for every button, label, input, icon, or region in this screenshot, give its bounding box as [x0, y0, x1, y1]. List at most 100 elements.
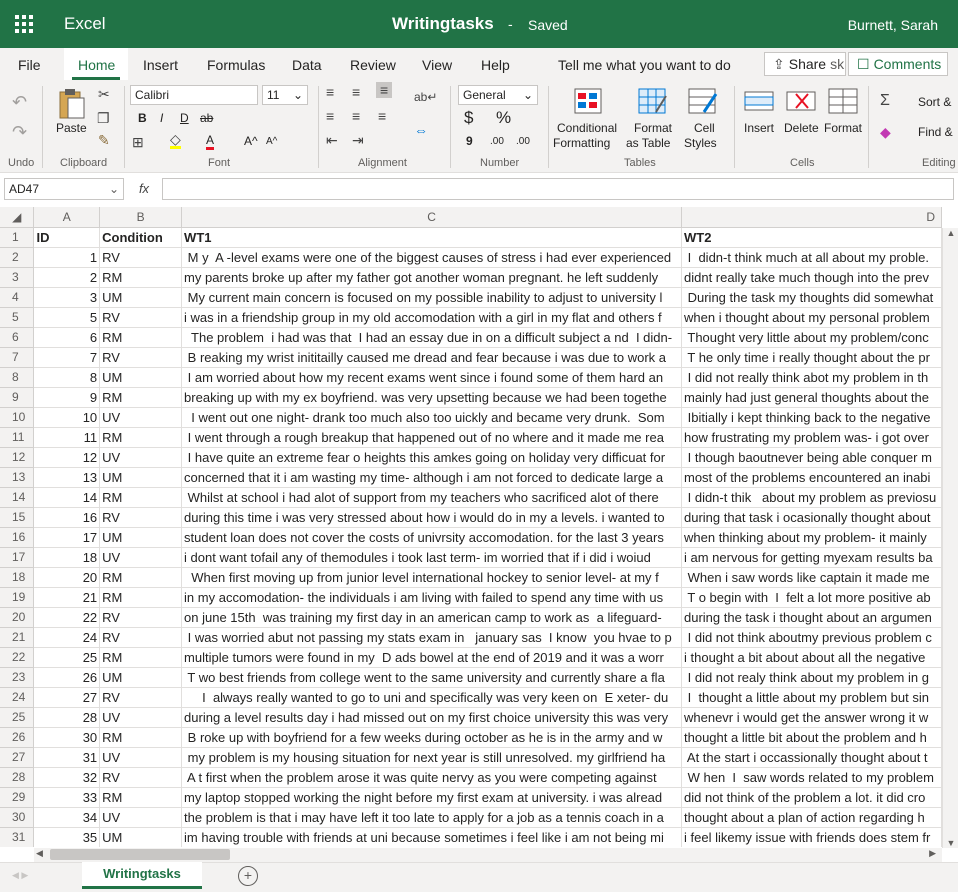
- row-header[interactable]: 18: [0, 567, 35, 588]
- row-header[interactable]: 22: [0, 647, 35, 668]
- row-header[interactable]: 9: [0, 387, 35, 408]
- copy-icon[interactable]: ❐: [97, 110, 110, 127]
- cell-condition[interactable]: RV: [99, 607, 183, 628]
- row-header[interactable]: 20: [0, 607, 35, 628]
- cell-id[interactable]: 26: [33, 667, 101, 688]
- row-header[interactable]: 26: [0, 727, 35, 748]
- conditional-formatting-label-1[interactable]: Conditional: [557, 121, 617, 135]
- tab-file[interactable]: File: [18, 57, 41, 73]
- row-header[interactable]: 11: [0, 427, 35, 448]
- cell-wt1[interactable]: the problem is that i may have left it t…: [181, 807, 682, 828]
- cell-condition[interactable]: RV: [99, 347, 183, 368]
- spreadsheet-grid[interactable]: ◢ A B C D 1 ID Condition WT1 WT2 2 1 RV M …: [0, 207, 942, 847]
- cell-condition[interactable]: RV: [99, 687, 183, 708]
- row-header[interactable]: 4: [0, 287, 35, 308]
- cell-id[interactable]: 10: [33, 407, 101, 428]
- cell-wt2[interactable]: W hen I saw words related to my problem: [681, 767, 942, 788]
- tab-help[interactable]: Help: [481, 57, 510, 73]
- cell-wt1[interactable]: I have quite an extreme fear o heights t…: [181, 447, 682, 468]
- cell-wt1[interactable]: The problem i had was that I had an essa…: [181, 327, 682, 348]
- shrink-font-button[interactable]: A^: [266, 136, 277, 147]
- row-header[interactable]: 21: [0, 627, 35, 648]
- column-header[interactable]: D: [681, 207, 942, 228]
- cell-id[interactable]: 20: [33, 567, 101, 588]
- cell-wt2[interactable]: I thought a little about my problem but …: [681, 687, 942, 708]
- cell-wt1[interactable]: on june 15th was training my first day i…: [181, 607, 682, 628]
- conditional-formatting-label-2[interactable]: Formatting: [553, 136, 610, 150]
- cell-wt1[interactable]: I am worried about how my recent exams w…: [181, 367, 682, 388]
- cell-wt2[interactable]: when thinking about my problem- it mainl…: [681, 527, 942, 548]
- cell-styles-label-2[interactable]: Styles: [684, 136, 717, 150]
- row-header[interactable]: 3: [0, 267, 35, 288]
- cell-id[interactable]: 16: [33, 507, 101, 528]
- row-header[interactable]: 25: [0, 707, 35, 728]
- row-header[interactable]: 16: [0, 527, 35, 548]
- cell-id[interactable]: 8: [33, 367, 101, 388]
- cell-condition[interactable]: RV: [99, 767, 183, 788]
- cell-id[interactable]: 33: [33, 787, 101, 808]
- cell-condition[interactable]: RM: [99, 487, 183, 508]
- cell-wt2[interactable]: i am nervous for getting myexam results …: [681, 547, 942, 568]
- currency-button[interactable]: $: [464, 108, 473, 128]
- cell-id[interactable]: 21: [33, 587, 101, 608]
- percent-button[interactable]: %: [496, 108, 511, 128]
- cell-condition[interactable]: UV: [99, 407, 183, 428]
- cell-wt1[interactable]: during this time i was very stressed abo…: [181, 507, 682, 528]
- cell-wt2[interactable]: I didn-t thik about my problem as previo…: [681, 487, 942, 508]
- cell-wt2[interactable]: When i saw words like captain it made me: [681, 567, 942, 588]
- tab-view[interactable]: View: [422, 57, 452, 73]
- cell-id[interactable]: 30: [33, 727, 101, 748]
- underline-button[interactable]: D: [180, 111, 189, 125]
- cell-wt2[interactable]: thought a little bit about the problem a…: [681, 727, 942, 748]
- select-all-corner[interactable]: ◢: [0, 207, 35, 228]
- cell-condition[interactable]: RM: [99, 327, 183, 348]
- tab-insert[interactable]: Insert: [143, 57, 178, 73]
- row-header[interactable]: 28: [0, 767, 35, 788]
- row-header[interactable]: 17: [0, 547, 35, 568]
- cell-wt1-header[interactable]: WT1: [181, 227, 682, 248]
- align-center-icon[interactable]: ≡: [352, 108, 360, 124]
- cell-wt2[interactable]: mainly had just general thoughts about t…: [681, 387, 942, 408]
- cell-wt1[interactable]: When first moving up from junior level i…: [181, 567, 682, 588]
- tab-home[interactable]: Home: [78, 57, 115, 73]
- strikethrough-button[interactable]: ab: [200, 111, 213, 125]
- insert-cells-label[interactable]: Insert: [744, 121, 774, 135]
- cell-wt1[interactable]: B reaking my wrist inititailly caused me…: [181, 347, 682, 368]
- cell-wt1[interactable]: I went through a rough breakup that happ…: [181, 427, 682, 448]
- paste-label[interactable]: Paste: [56, 121, 87, 135]
- row-header[interactable]: 7: [0, 347, 35, 368]
- cell-wt1[interactable]: B roke up with boyfriend for a few weeks…: [181, 727, 682, 748]
- row-header[interactable]: 6: [0, 327, 35, 348]
- scroll-up-icon[interactable]: ▲: [943, 228, 958, 238]
- cell-wt2[interactable]: I did not think aboutmy previous problem…: [681, 627, 942, 648]
- row-header[interactable]: 30: [0, 807, 35, 828]
- cell-condition[interactable]: RV: [99, 507, 183, 528]
- cell-wt2[interactable]: thought about a plan of action regarding…: [681, 807, 942, 828]
- cell-id[interactable]: 6: [33, 327, 101, 348]
- cell-condition[interactable]: UV: [99, 447, 183, 468]
- decrease-decimal-button[interactable]: .00: [516, 136, 530, 147]
- row-header[interactable]: 29: [0, 787, 35, 808]
- cell-id[interactable]: 7: [33, 347, 101, 368]
- cell-condition[interactable]: UM: [99, 287, 183, 308]
- cell-wt1[interactable]: multiple tumors were found in my D ads b…: [181, 647, 682, 668]
- share-button[interactable]: ⇪ Share sk: [764, 52, 846, 76]
- find-select-label[interactable]: Find &: [918, 125, 953, 139]
- comments-button[interactable]: ☐ Comments: [848, 52, 948, 76]
- cell-condition[interactable]: RM: [99, 727, 183, 748]
- row-header[interactable]: 31: [0, 827, 35, 847]
- undo-icon[interactable]: ↶: [12, 92, 27, 113]
- document-title[interactable]: Writingtasks: [392, 14, 494, 34]
- insert-function-button[interactable]: fx: [132, 178, 156, 200]
- cell-condition[interactable]: UM: [99, 827, 183, 847]
- increase-indent-icon[interactable]: ⇥: [352, 132, 364, 149]
- cell-wt2[interactable]: during the task i thought about an argum…: [681, 607, 942, 628]
- cell-id[interactable]: 9: [33, 387, 101, 408]
- row-header[interactable]: 8: [0, 367, 35, 388]
- cell-wt2[interactable]: whenevr i would get the answer wrong it …: [681, 707, 942, 728]
- sort-filter-label[interactable]: Sort &: [918, 95, 951, 109]
- cell-id[interactable]: 14: [33, 487, 101, 508]
- row-header[interactable]: 10: [0, 407, 35, 428]
- cell-wt1[interactable]: student loan does not cover the costs of…: [181, 527, 682, 548]
- cell-wt1[interactable]: A t first when the problem arose it was …: [181, 767, 682, 788]
